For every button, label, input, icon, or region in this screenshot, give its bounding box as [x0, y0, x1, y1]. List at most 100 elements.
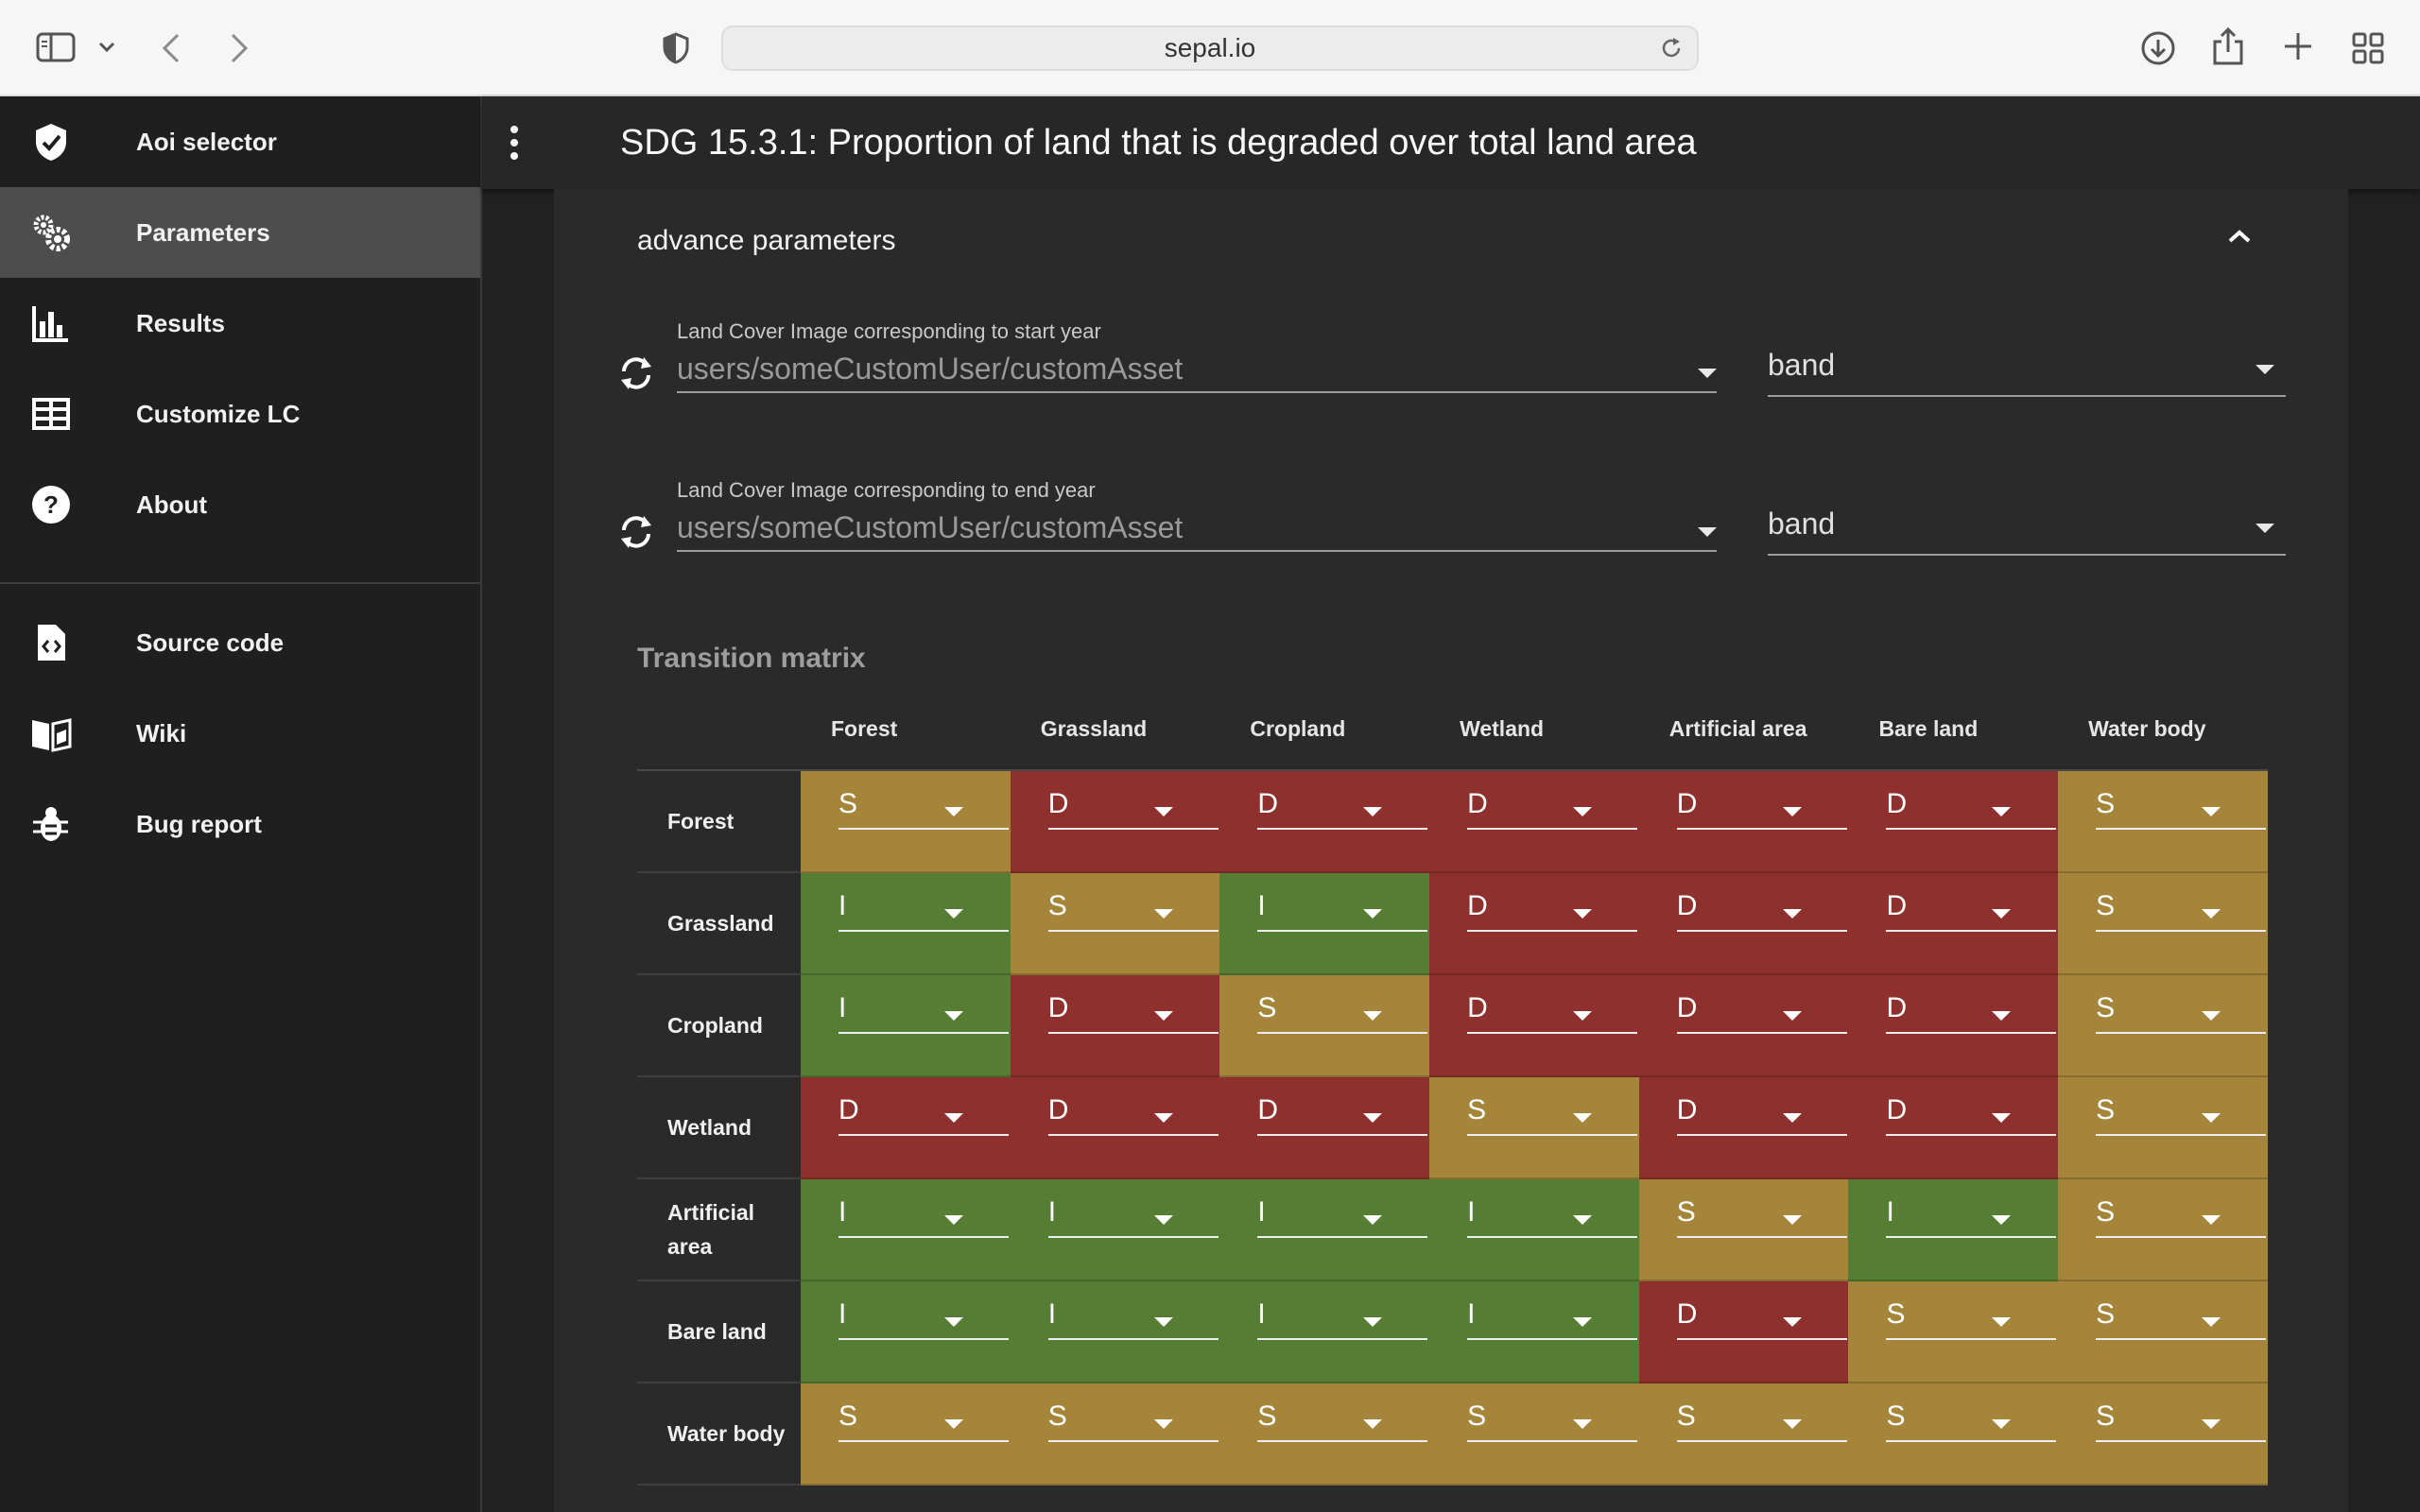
dropdown-arrow-icon[interactable]	[2202, 1113, 2221, 1123]
dropdown-arrow-icon[interactable]	[2202, 807, 2221, 816]
sidebar-item-parameters[interactable]: Parameters	[0, 187, 480, 278]
transition-select[interactable]: S	[1886, 1298, 2057, 1340]
transition-select[interactable]: D	[1047, 992, 1219, 1034]
share-icon[interactable]	[2212, 26, 2244, 66]
dropdown-arrow-icon[interactable]	[1992, 807, 2012, 816]
transition-select[interactable]: S	[2096, 1400, 2267, 1442]
transition-select[interactable]: D	[1676, 788, 1847, 830]
transition-select[interactable]: S	[2096, 788, 2267, 830]
dropdown-arrow-icon[interactable]	[1573, 807, 1593, 816]
sidebar-item-bug-report[interactable]: Bug report	[0, 779, 480, 869]
transition-select[interactable]: S	[2096, 890, 2267, 932]
chevron-up-icon[interactable]	[2227, 229, 2252, 244]
transition-select[interactable]: I	[838, 992, 1009, 1034]
transition-select[interactable]: D	[1467, 788, 1638, 830]
sidebar-item-about[interactable]: ? About	[0, 459, 480, 550]
sidebar-item-wiki[interactable]: Wiki	[0, 688, 480, 779]
dropdown-arrow-icon[interactable]	[944, 807, 963, 816]
transition-select[interactable]: S	[2096, 992, 2267, 1034]
transition-select[interactable]: D	[1886, 992, 2057, 1034]
transition-select[interactable]: D	[1676, 1094, 1847, 1136]
transition-select[interactable]: D	[1676, 1298, 1847, 1340]
transition-select[interactable]: S	[1047, 890, 1219, 932]
dropdown-arrow-icon[interactable]	[1153, 1419, 1173, 1429]
transition-select[interactable]: S	[1467, 1400, 1638, 1442]
dropdown-arrow-icon[interactable]	[1782, 1419, 1802, 1429]
dropdown-arrow-icon[interactable]	[1363, 1317, 1383, 1327]
forward-icon[interactable]	[229, 32, 250, 64]
transition-select[interactable]: I	[1047, 1298, 1219, 1340]
dropdown-arrow-icon[interactable]	[944, 1317, 963, 1327]
dropdown-arrow-icon[interactable]	[944, 1113, 963, 1123]
dropdown-arrow-icon[interactable]	[1363, 1113, 1383, 1123]
dropdown-arrow-icon[interactable]	[2202, 1419, 2221, 1429]
transition-select[interactable]: S	[838, 1400, 1009, 1442]
back-icon[interactable]	[161, 32, 182, 64]
sidebar-toggle-icon[interactable]	[36, 32, 78, 62]
transition-select[interactable]: D	[1886, 890, 2057, 932]
transition-select[interactable]: S	[1886, 1400, 2057, 1442]
dropdown-arrow-icon[interactable]	[1153, 1317, 1173, 1327]
transition-select[interactable]: D	[1467, 890, 1638, 932]
dropdown-arrow-icon[interactable]	[944, 1011, 963, 1021]
transition-select[interactable]: S	[838, 788, 1009, 830]
expansion-header-title[interactable]: advance parameters	[637, 225, 896, 257]
transition-select[interactable]: I	[1257, 1196, 1428, 1238]
transition-select[interactable]: S	[1257, 992, 1428, 1034]
dropdown-arrow-icon[interactable]	[1573, 1419, 1593, 1429]
dropdown-arrow-icon[interactable]	[1992, 1113, 2012, 1123]
dropdown-arrow-icon[interactable]	[1363, 1011, 1383, 1021]
dropdown-arrow-icon[interactable]	[1153, 1113, 1173, 1123]
shield-icon[interactable]	[662, 32, 690, 64]
new-tab-icon[interactable]	[2282, 30, 2314, 62]
transition-select[interactable]: I	[1257, 1298, 1428, 1340]
transition-select[interactable]: I	[838, 890, 1009, 932]
dropdown-arrow-icon[interactable]	[1782, 909, 1802, 919]
dropdown-arrow-icon[interactable]	[2202, 1317, 2221, 1327]
dropdown-arrow-icon[interactable]	[1153, 1215, 1173, 1225]
dropdown-arrow-icon[interactable]	[1573, 1113, 1593, 1123]
more-vert-icon[interactable]	[509, 125, 520, 161]
dropdown-arrow-icon[interactable]	[1782, 1011, 1802, 1021]
transition-select[interactable]: I	[1047, 1196, 1219, 1238]
start-image-dropdown-icon[interactable]	[1698, 369, 1717, 378]
transition-select[interactable]: I	[1467, 1196, 1638, 1238]
end-band-dropdown-icon[interactable]	[2256, 524, 2274, 533]
dropdown-arrow-icon[interactable]	[1363, 807, 1383, 816]
sidebar-item-aoi-selector[interactable]: Aoi selector	[0, 96, 480, 187]
download-icon[interactable]	[2140, 30, 2176, 66]
dropdown-arrow-icon[interactable]	[1992, 909, 2012, 919]
sidebar-item-source-code[interactable]: Source code	[0, 597, 480, 688]
start-band-select[interactable]: band	[1768, 348, 1835, 383]
sync-icon[interactable]	[616, 355, 656, 391]
dropdown-arrow-icon[interactable]	[1153, 807, 1173, 816]
dropdown-arrow-icon[interactable]	[1363, 1419, 1383, 1429]
end-band-select[interactable]: band	[1768, 507, 1835, 541]
dropdown-arrow-icon[interactable]	[1573, 1317, 1593, 1327]
transition-select[interactable]: S	[1467, 1094, 1638, 1136]
end-image-dropdown-icon[interactable]	[1698, 527, 1717, 537]
dropdown-arrow-icon[interactable]	[2202, 1215, 2221, 1225]
dropdown-arrow-icon[interactable]	[944, 1215, 963, 1225]
dropdown-arrow-icon[interactable]	[1782, 1215, 1802, 1225]
transition-select[interactable]: S	[2096, 1298, 2267, 1340]
sync-icon[interactable]	[616, 514, 656, 550]
transition-select[interactable]: S	[1257, 1400, 1428, 1442]
transition-select[interactable]: D	[1047, 1094, 1219, 1136]
dropdown-arrow-icon[interactable]	[1992, 1419, 2012, 1429]
transition-select[interactable]: D	[1886, 1094, 2057, 1136]
dropdown-arrow-icon[interactable]	[1782, 1113, 1802, 1123]
address-bar[interactable]: sepal.io	[721, 26, 1699, 71]
dropdown-arrow-icon[interactable]	[1153, 1011, 1173, 1021]
transition-select[interactable]: D	[1047, 788, 1219, 830]
start-image-input[interactable]: users/someCustomUser/customAsset	[677, 352, 1183, 387]
transition-select[interactable]: I	[838, 1196, 1009, 1238]
transition-select[interactable]: D	[1676, 992, 1847, 1034]
transition-select[interactable]: S	[1676, 1400, 1847, 1442]
dropdown-arrow-icon[interactable]	[1992, 1215, 2012, 1225]
dropdown-arrow-icon[interactable]	[1363, 909, 1383, 919]
dropdown-arrow-icon[interactable]	[1992, 1317, 2012, 1327]
dropdown-arrow-icon[interactable]	[1782, 1317, 1802, 1327]
transition-select[interactable]: I	[838, 1298, 1009, 1340]
transition-select[interactable]: D	[1257, 1094, 1428, 1136]
